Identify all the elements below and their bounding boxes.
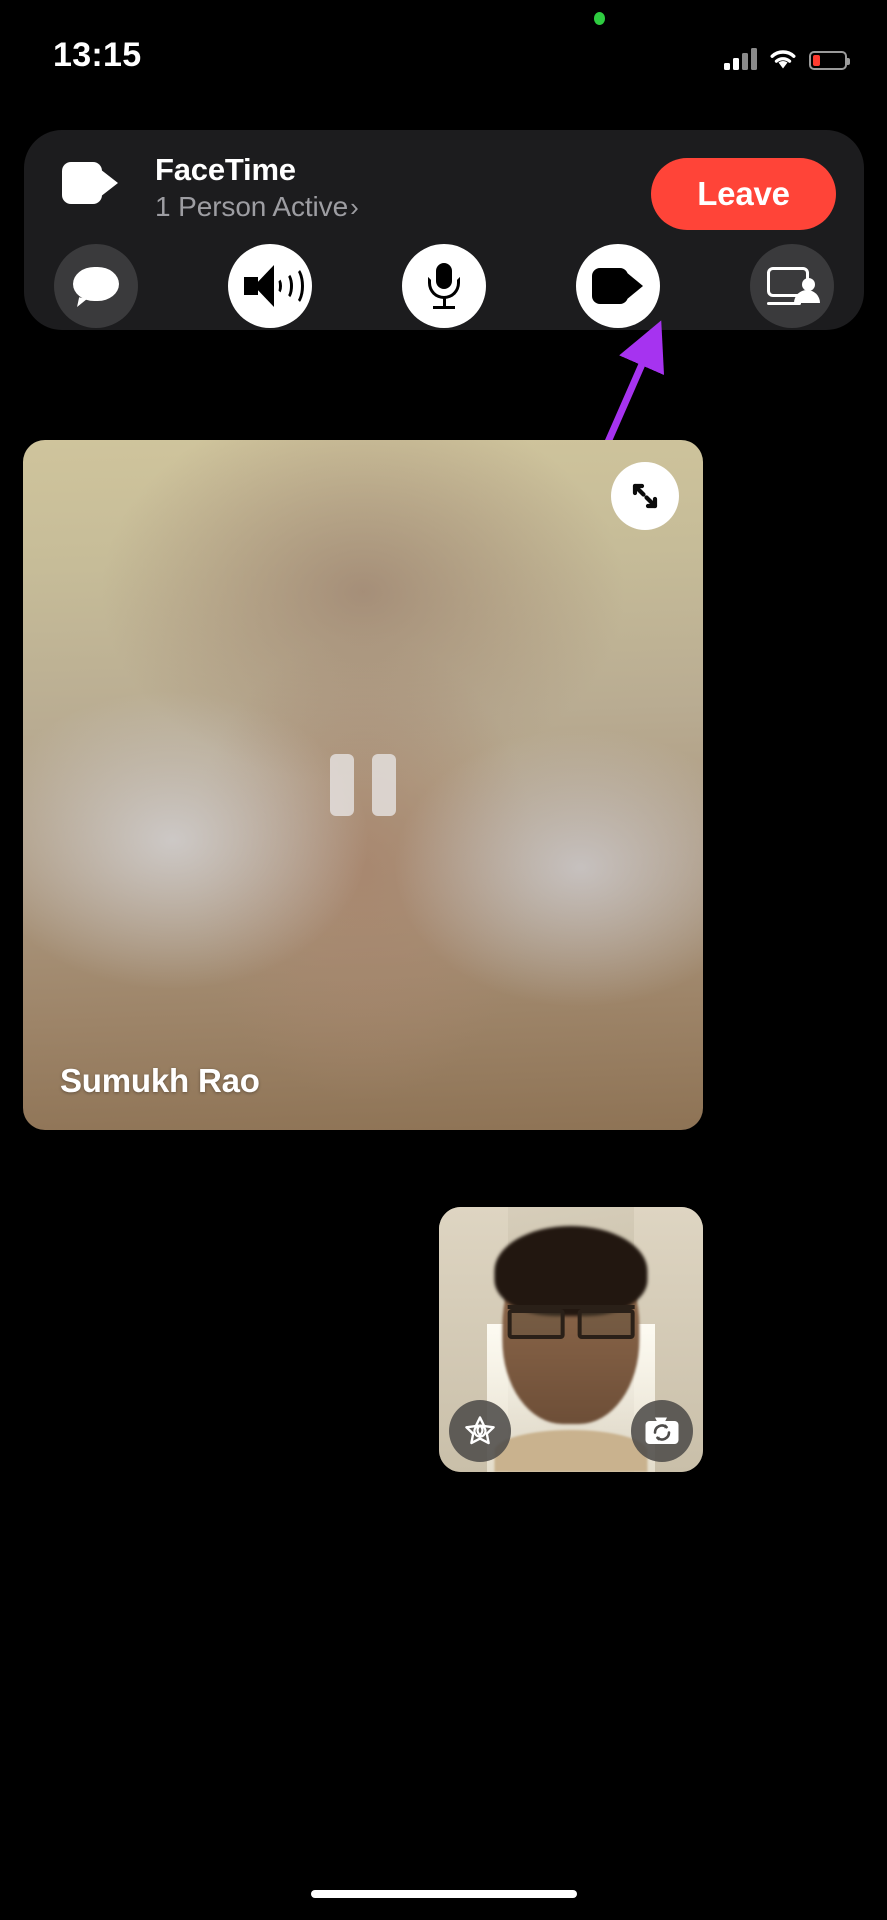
battery-low-icon [809,51,850,70]
participant-name-label: Sumukh Rao [60,1062,260,1099]
microphone-icon [428,263,460,309]
video-camera-icon [592,268,644,304]
expand-video-button[interactable] [611,462,679,530]
facetime-call-screen: 13:15 FaceTime 1 Person Active› Leave Su… [0,0,887,1920]
shareplay-button[interactable] [750,244,834,328]
call-app-title: FaceTime [155,152,296,187]
camera-flip-icon [645,1417,679,1444]
call-banner-header: FaceTime 1 Person Active› Leave [24,130,864,242]
chevron-right-icon: › [350,192,359,222]
microphone-button[interactable] [402,244,486,328]
self-view-person [494,1225,648,1316]
main-video-tile[interactable]: Sumukh Rao [23,440,703,1130]
home-indicator[interactable] [310,1890,577,1898]
wifi-icon [768,48,798,70]
messages-button[interactable] [54,244,138,328]
effects-button[interactable] [449,1400,511,1462]
call-controls-row [24,242,864,330]
self-view-tile[interactable] [439,1207,703,1472]
status-bar-icons [724,40,850,70]
status-bar-time: 13:15 [53,36,142,74]
pause-icon [330,754,396,816]
facetime-video-icon [62,162,118,204]
speaker-wave-icon [242,265,304,307]
video-button[interactable] [576,244,660,328]
leave-call-button[interactable]: Leave [651,158,836,230]
camera-active-indicator-icon [594,12,605,25]
self-view-person [507,1305,635,1340]
expand-diagonal-arrows-icon [632,483,658,509]
participants-label: 1 Person Active [155,191,349,222]
screen-share-person-icon [767,267,820,305]
effects-star-icon [465,1416,495,1445]
flip-camera-button[interactable] [631,1400,693,1462]
message-bubble-icon [73,267,119,309]
call-info[interactable]: FaceTime 1 Person Active› [155,152,359,224]
status-bar: 13:15 [0,0,887,96]
call-participants-status[interactable]: 1 Person Active› [155,190,359,224]
call-banner[interactable]: FaceTime 1 Person Active› Leave [24,130,864,330]
cellular-bars-icon [724,48,757,70]
self-view-person [494,1429,648,1472]
speaker-button[interactable] [228,244,312,328]
